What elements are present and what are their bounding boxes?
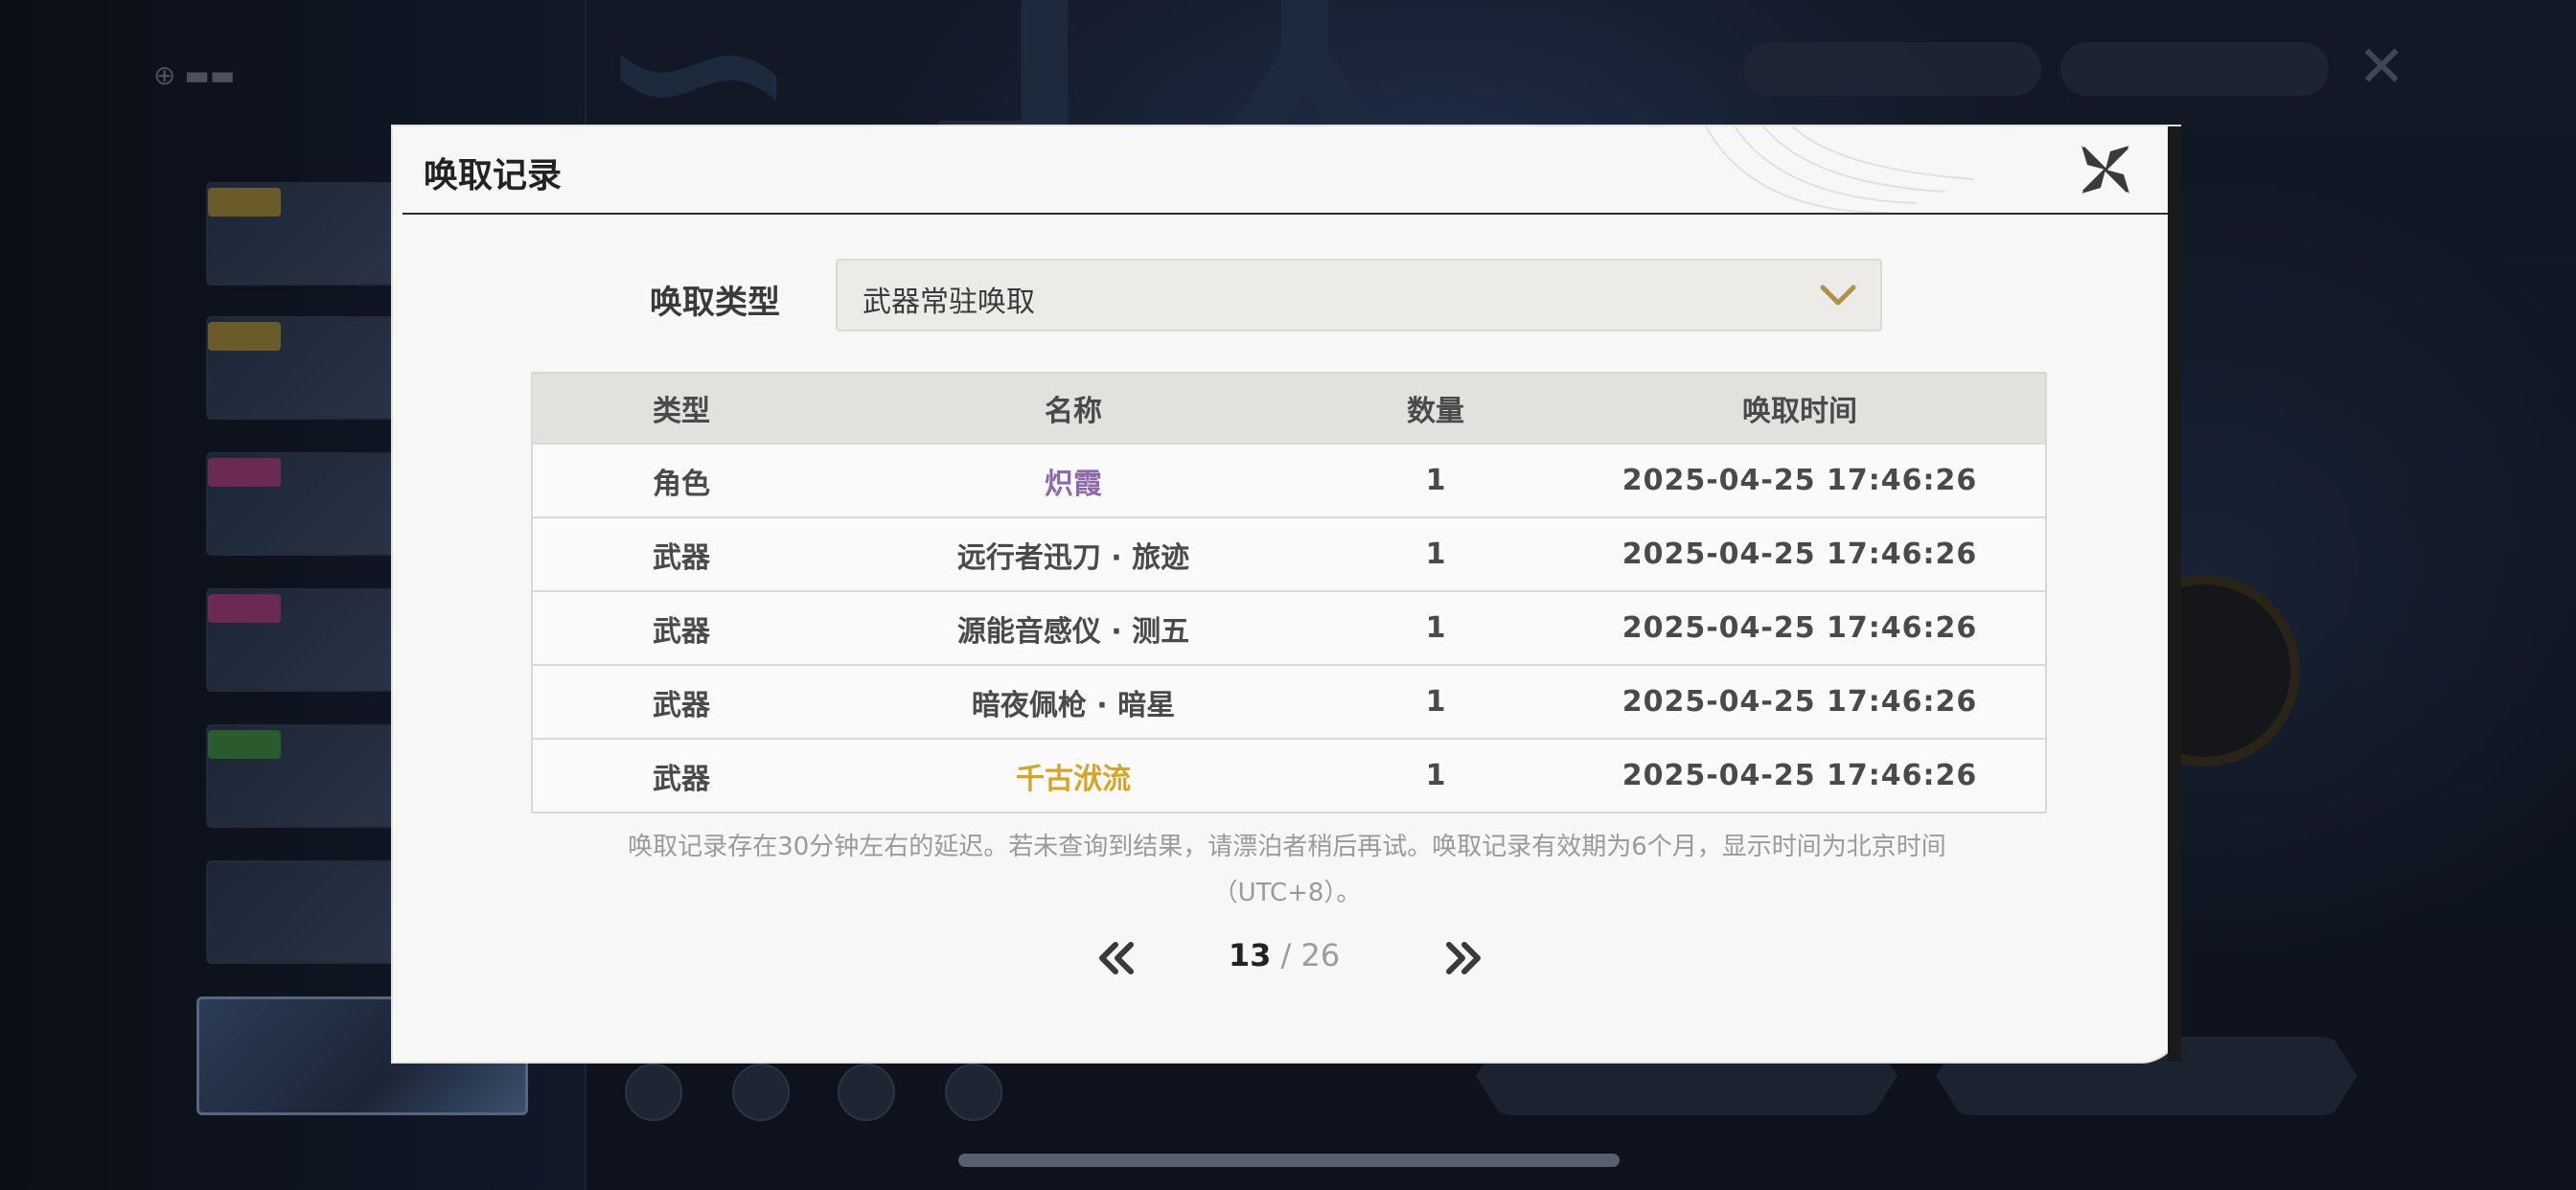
currency-counter-obscured [1744, 42, 2041, 96]
notice-line-1: 唤取记录存在30分钟左右的延迟。若未查询到结果，请漂泊者稍后再试。唤取记录有效期… [628, 833, 1946, 861]
row-item-name: 暗夜佩枪 · 暗星 [971, 688, 1176, 722]
row-type: 武器 [653, 688, 710, 722]
back-button-obscured: ⊕ ▬▬ [153, 59, 236, 91]
dropdown-selected-value: 武器常驻唤取 [862, 286, 1035, 319]
row-type: 武器 [653, 762, 710, 796]
last-page-button[interactable] [1436, 931, 1493, 985]
background-circle-button [625, 1064, 682, 1121]
row-time: 2025-04-25 17:46:26 [1622, 685, 1978, 719]
dialog-edge [2168, 126, 2181, 1062]
row-count: 1 [1425, 685, 1446, 719]
background-circle-button [838, 1064, 895, 1121]
home-indicator[interactable] [958, 1154, 1620, 1167]
banner-thumb [206, 860, 411, 964]
header-name: 名称 [1045, 395, 1102, 428]
table-row: 武器 千古洑流 1 2025-04-25 17:46:26 [533, 738, 2045, 812]
table-row: 武器 远行者迅刀 · 旅迹 1 2025-04-25 17:46:26 [533, 516, 2045, 590]
row-item-name: 远行者迅刀 · 旅迹 [956, 540, 1190, 575]
notice-line-2: （UTC+8）。 [1212, 879, 1362, 907]
dialog-header: 唤取记录 [393, 126, 2179, 213]
row-count: 1 [1425, 538, 1446, 571]
row-time: 2025-04-25 17:46:26 [1622, 464, 1978, 497]
row-count: 1 [1425, 759, 1446, 792]
record-table: 类型 名称 数量 唤取时间 角色 炽霞 1 2025-04-25 17:46:2… [531, 372, 2047, 813]
delay-notice: 唤取记录存在30分钟左右的延迟。若未查询到结果，请漂泊者稍后再试。唤取记录有效期… [546, 824, 2028, 916]
table-header-row: 类型 名称 数量 唤取时间 [533, 374, 2045, 443]
currency-counter-obscured [2060, 42, 2329, 96]
background-circle-button [945, 1064, 1002, 1121]
double-chevron-right-icon [1446, 942, 1481, 974]
close-button[interactable] [2074, 138, 2137, 201]
header-time: 唤取时间 [1742, 395, 1857, 428]
current-page: 13 [1228, 937, 1272, 973]
page-indicator: 13 / 26 [1198, 937, 1370, 973]
header-type: 类型 [653, 395, 710, 428]
banner-thumb [206, 316, 411, 420]
table-row: 武器 源能音感仪 · 测五 1 2025-04-25 17:46:26 [533, 590, 2045, 664]
row-time: 2025-04-25 17:46:26 [1622, 611, 1978, 645]
banner-thumb [206, 452, 411, 556]
row-time: 2025-04-25 17:46:26 [1622, 538, 1978, 571]
banner-thumb [206, 182, 411, 286]
total-pages: 26 [1300, 937, 1341, 973]
row-type: 角色 [653, 467, 710, 501]
filter-label: 唤取类型 [650, 284, 780, 322]
table-row: 角色 炽霞 1 2025-04-25 17:46:26 [533, 443, 2045, 516]
banner-thumb [206, 724, 411, 828]
row-item-name: 源能音感仪 · 测五 [956, 614, 1190, 649]
page-separator: / [1280, 937, 1292, 973]
row-count: 1 [1425, 464, 1446, 497]
row-time: 2025-04-25 17:46:26 [1622, 759, 1978, 792]
background-close-icon: ✕ [2358, 34, 2406, 101]
convene-history-dialog: 唤取记录 唤取类型 武器常驻唤取 类型 名称 数量 唤取时间 角色 炽霞 1 2… [393, 126, 2179, 1062]
row-item-name: 炽霞 [1045, 467, 1102, 501]
chevron-down-icon [1820, 285, 1856, 306]
first-page-button[interactable] [1087, 931, 1144, 985]
row-type: 武器 [653, 614, 710, 649]
close-icon [2082, 146, 2129, 194]
header-divider [402, 213, 2168, 215]
header-decoration [1705, 126, 1975, 213]
row-item-name: 千古洑流 [1016, 762, 1131, 796]
table-row: 武器 暗夜佩枪 · 暗星 1 2025-04-25 17:46:26 [533, 664, 2045, 738]
dialog-title: 唤取记录 [424, 156, 563, 195]
convene-type-dropdown[interactable]: 武器常驻唤取 [836, 259, 1882, 332]
banner-thumb [206, 588, 411, 692]
header-count: 数量 [1407, 395, 1464, 428]
row-type: 武器 [653, 540, 710, 575]
background-circle-button [732, 1064, 790, 1121]
double-chevron-left-icon [1099, 942, 1134, 974]
row-count: 1 [1425, 611, 1446, 645]
